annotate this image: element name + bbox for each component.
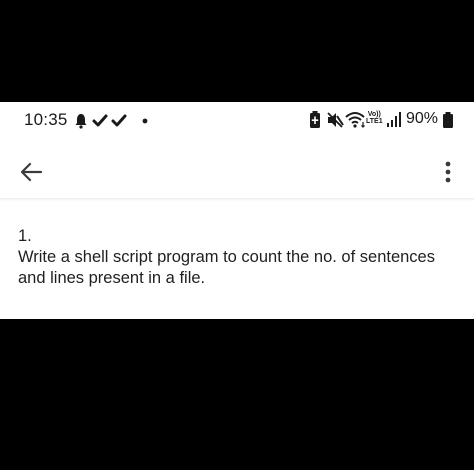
app-bar (0, 146, 474, 199)
phone-screen: 10:35 Vo)) LTE1 90% 1. Write a shell scr… (0, 102, 474, 319)
lte-label: LTE1 (366, 118, 383, 125)
wifi-icon (345, 112, 365, 128)
status-bar: 10:35 Vo)) LTE1 90% (0, 102, 474, 138)
battery-percent: 90% (406, 110, 439, 127)
signal-icon (387, 112, 401, 127)
mute-icon (327, 112, 344, 128)
volte-lte-icon: Vo)) LTE1 (366, 111, 383, 125)
question-number: 1. (18, 227, 32, 245)
dot-icon (142, 118, 148, 124)
more-options-button[interactable] (438, 158, 458, 186)
question-content: 1. Write a shell script program to count… (18, 226, 458, 289)
notification-icons (75, 114, 148, 129)
status-time: 10:35 (24, 110, 68, 129)
more-vertical-icon (445, 161, 451, 183)
arrow-left-icon (20, 162, 43, 182)
battery-icon (443, 112, 453, 128)
back-button[interactable] (16, 158, 48, 186)
question-text: Write a shell script program to count th… (18, 248, 435, 287)
volte-label: Vo)) (367, 111, 381, 118)
check-icon (92, 114, 108, 127)
check-icon (111, 114, 127, 127)
battery-saver-icon (310, 111, 320, 128)
alarm-icon (75, 114, 87, 129)
